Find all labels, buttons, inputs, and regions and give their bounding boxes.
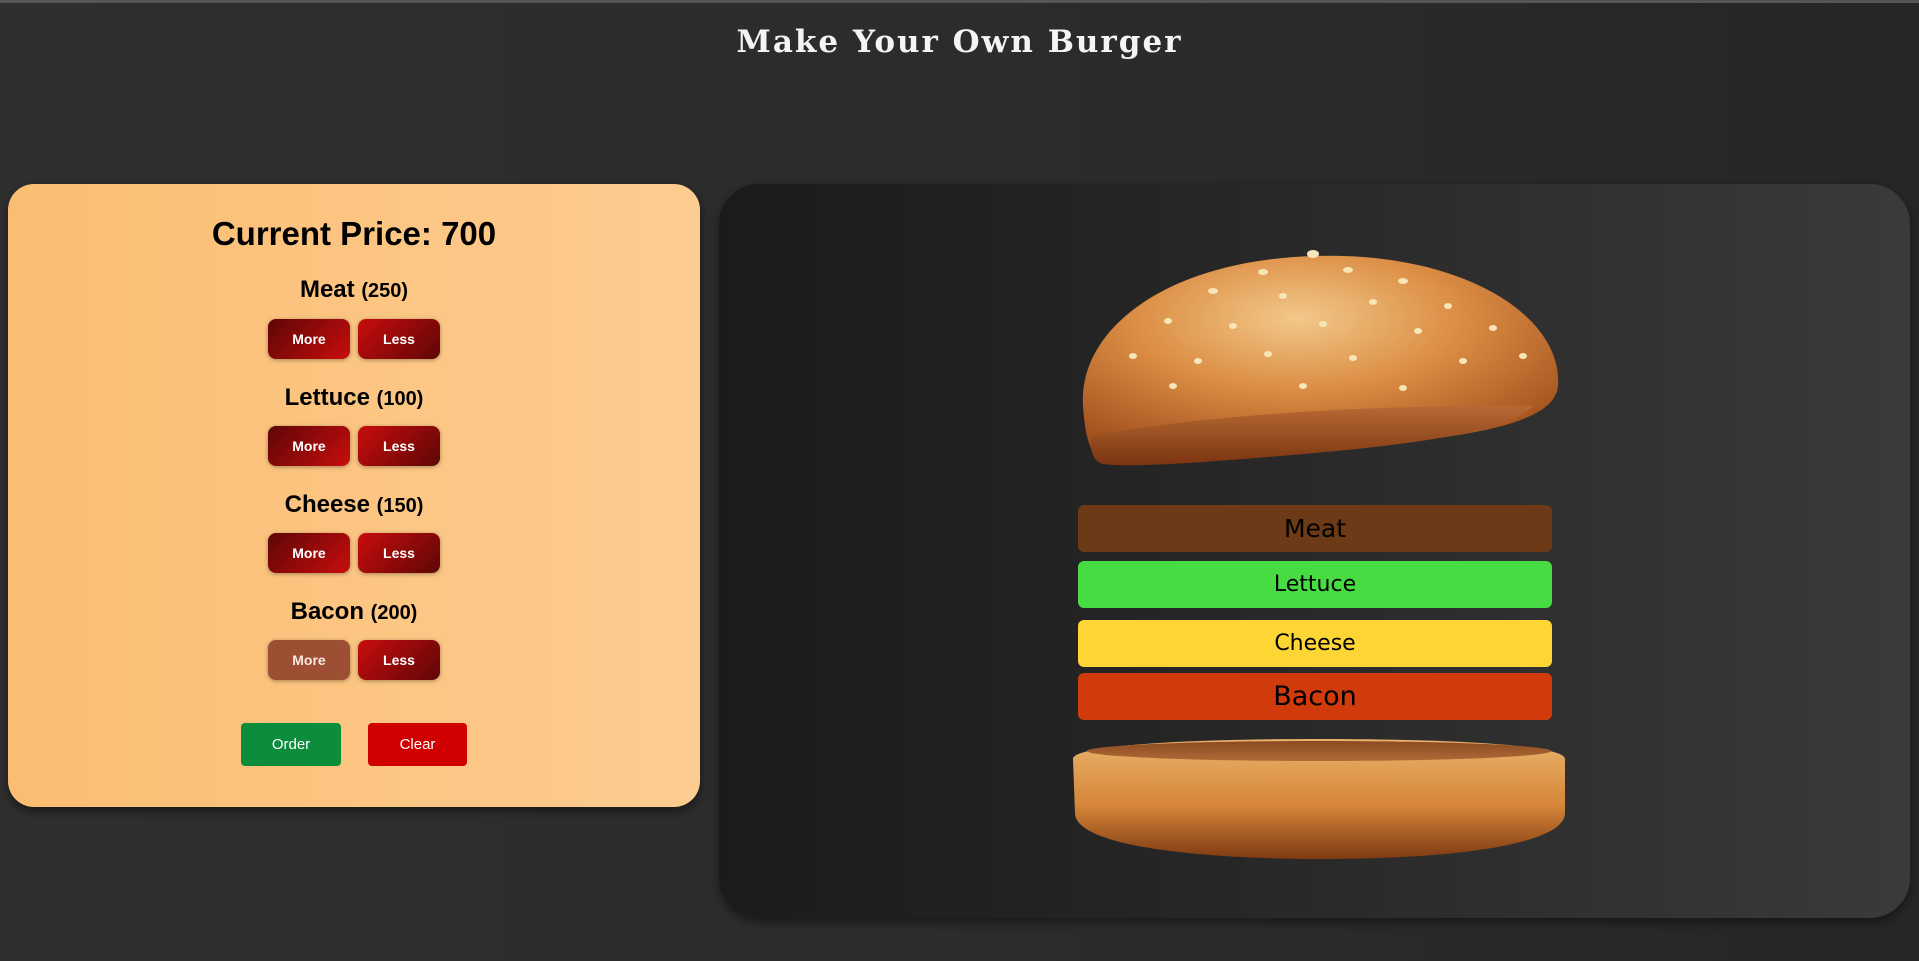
burger-layer-bacon: Bacon bbox=[1078, 673, 1552, 720]
ingredient-name: Lettuce bbox=[284, 384, 370, 411]
ingredient-name: Meat bbox=[299, 276, 355, 303]
ingredient-meat-title: Meat (250) bbox=[8, 276, 700, 304]
bun-top-image bbox=[1082, 250, 1559, 466]
burger-preview-panel: Meat Lettuce Cheese Bacon bbox=[719, 184, 1910, 918]
window-top-border bbox=[0, 0, 1919, 3]
cheese-buttons: More Less bbox=[268, 533, 440, 573]
ingredient-price: (150) bbox=[376, 495, 424, 517]
clear-button[interactable]: Clear bbox=[368, 723, 467, 766]
burger-layer-lettuce: Lettuce bbox=[1078, 561, 1552, 608]
bacon-more-button[interactable]: More bbox=[268, 640, 350, 680]
current-price: Current Price: 700 bbox=[211, 215, 497, 252]
ingredient-price: (100) bbox=[376, 388, 424, 410]
meat-more-button[interactable]: More bbox=[268, 319, 350, 359]
lettuce-more-button[interactable]: More bbox=[268, 426, 350, 466]
page-title: Make Your Own Burger bbox=[736, 24, 1183, 60]
lettuce-buttons: More Less bbox=[268, 426, 440, 466]
ingredient-name: Cheese bbox=[284, 491, 370, 518]
ingredient-price: (200) bbox=[370, 602, 418, 624]
ingredient-lettuce-title: Lettuce (100) bbox=[8, 384, 700, 412]
ingredient-bacon-title: Bacon (200) bbox=[8, 598, 700, 626]
bacon-less-button[interactable]: Less bbox=[358, 640, 440, 680]
cheese-more-button[interactable]: More bbox=[268, 533, 350, 573]
burger-layer-cheese: Cheese bbox=[1078, 620, 1552, 667]
bun-bottom-image bbox=[1073, 739, 1565, 859]
cheese-less-button[interactable]: Less bbox=[358, 533, 440, 573]
build-controls-panel: Current Price: 700 Meat (250) More Less … bbox=[8, 184, 700, 807]
ingredient-price: (250) bbox=[361, 280, 409, 302]
bacon-buttons: More Less bbox=[268, 640, 440, 680]
meat-less-button[interactable]: Less bbox=[358, 319, 440, 359]
meat-buttons: More Less bbox=[268, 319, 440, 359]
ingredient-cheese-title: Cheese (150) bbox=[8, 491, 700, 519]
ingredient-name: Bacon bbox=[290, 598, 364, 625]
order-button[interactable]: Order bbox=[241, 723, 341, 766]
lettuce-less-button[interactable]: Less bbox=[358, 426, 440, 466]
burger-layer-meat: Meat bbox=[1078, 505, 1552, 552]
